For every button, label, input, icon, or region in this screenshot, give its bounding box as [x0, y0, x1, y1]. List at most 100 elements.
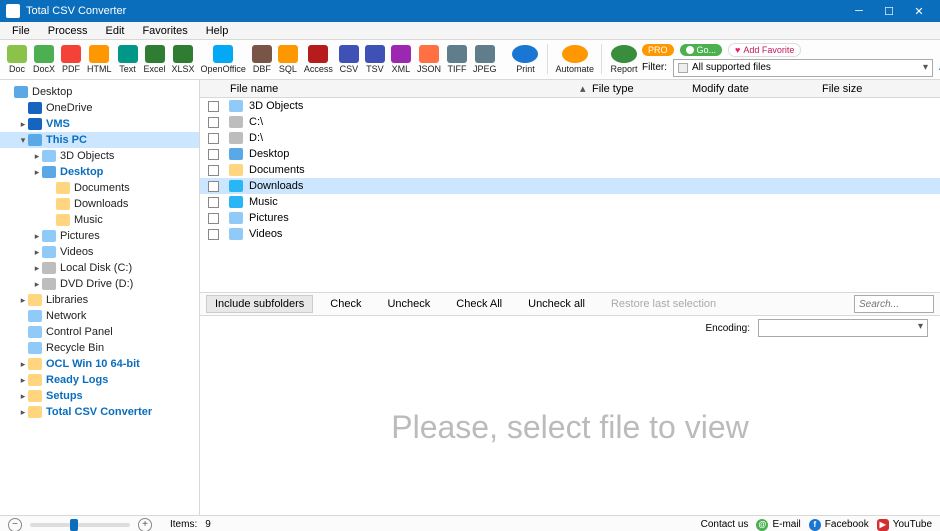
tree-node[interactable]: ▸OCL Win 10 64-bit: [0, 356, 199, 372]
check-button[interactable]: Check: [321, 295, 370, 313]
print-button[interactable]: Print: [507, 44, 543, 75]
go-button[interactable]: Go...: [680, 44, 723, 56]
items-label: Items:: [170, 519, 197, 530]
restore-selection-button[interactable]: Restore last selection: [602, 295, 725, 313]
convert-sql-button[interactable]: SQL: [275, 44, 301, 75]
tree-node[interactable]: OneDrive: [0, 100, 199, 116]
menu-edit[interactable]: Edit: [97, 24, 132, 38]
file-row[interactable]: Documents: [200, 162, 940, 178]
convert-pdf-button[interactable]: PDF: [58, 44, 84, 75]
convert-excel-button[interactable]: Excel: [141, 44, 169, 75]
col-date[interactable]: Modify date: [686, 83, 816, 95]
contact-label: Contact us: [701, 519, 749, 530]
menu-help[interactable]: Help: [198, 24, 237, 38]
convert-xml-button[interactable]: XML: [388, 44, 414, 75]
checkbox[interactable]: [208, 213, 219, 224]
add-favorite-button[interactable]: ♥Add Favorite: [728, 43, 801, 57]
file-list-header[interactable]: File name ▴ File type Modify date File s…: [200, 80, 940, 98]
main-panel: File name ▴ File type Modify date File s…: [200, 80, 940, 515]
tree-node[interactable]: ▸Libraries: [0, 292, 199, 308]
file-row[interactable]: 3D Objects: [200, 98, 940, 114]
tree-node[interactable]: Control Panel: [0, 324, 199, 340]
checkbox[interactable]: [208, 133, 219, 144]
tree-node[interactable]: Desktop: [0, 84, 199, 100]
checkbox[interactable]: [208, 165, 219, 176]
tree-node[interactable]: Documents: [0, 180, 199, 196]
convert-doc-button[interactable]: Doc: [4, 44, 30, 75]
convert-access-button[interactable]: Access: [301, 44, 336, 75]
close-button[interactable]: ✕: [904, 0, 934, 22]
automate-button[interactable]: Automate: [552, 44, 597, 75]
tree-node[interactable]: ▸Videos: [0, 244, 199, 260]
tree-node[interactable]: Network: [0, 308, 199, 324]
preview-panel: Please, select file to view: [200, 340, 940, 515]
tree-node[interactable]: ▸DVD Drive (D:): [0, 276, 199, 292]
convert-xlsx-button[interactable]: XLSX: [169, 44, 198, 75]
convert-dbf-button[interactable]: DBF: [249, 44, 275, 75]
tree-node[interactable]: Music: [0, 212, 199, 228]
filter-select[interactable]: All supported files ▾: [673, 59, 933, 77]
tree-node[interactable]: ▸Total CSV Converter: [0, 404, 199, 420]
tree-node[interactable]: ▸Desktop: [0, 164, 199, 180]
folder-tree[interactable]: DesktopOneDrive▸VMS▾This PC▸3D Objects▸D…: [0, 80, 200, 515]
app-icon: [6, 4, 20, 18]
tree-node[interactable]: ▸Pictures: [0, 228, 199, 244]
menu-file[interactable]: File: [4, 24, 38, 38]
facebook-link[interactable]: fFacebook: [809, 519, 869, 531]
menu-favorites[interactable]: Favorites: [134, 24, 195, 38]
check-all-button[interactable]: Check All: [447, 295, 511, 313]
file-row[interactable]: Music: [200, 194, 940, 210]
menu-process[interactable]: Process: [40, 24, 96, 38]
file-row[interactable]: Desktop: [200, 146, 940, 162]
report-button[interactable]: Report: [606, 44, 642, 75]
items-count: 9: [205, 519, 211, 530]
tree-node[interactable]: Recycle Bin: [0, 340, 199, 356]
convert-tiff-button[interactable]: TIFF: [444, 44, 470, 75]
encoding-select[interactable]: [758, 319, 928, 337]
checkbox[interactable]: [208, 181, 219, 192]
zoom-in-button[interactable]: +: [138, 518, 152, 531]
convert-html-button[interactable]: HTML: [84, 44, 115, 75]
youtube-link[interactable]: ▶YouTube: [877, 519, 932, 531]
col-size[interactable]: File size: [816, 83, 868, 95]
tree-node[interactable]: ▸Ready Logs: [0, 372, 199, 388]
convert-tsv-button[interactable]: TSV: [362, 44, 388, 75]
checkbox[interactable]: [208, 197, 219, 208]
tree-node[interactable]: ▸Setups: [0, 388, 199, 404]
search-input[interactable]: [854, 295, 934, 313]
tree-node[interactable]: ▸VMS: [0, 116, 199, 132]
file-row[interactable]: Pictures: [200, 210, 940, 226]
col-name[interactable]: File name: [224, 83, 574, 95]
tree-node[interactable]: Downloads: [0, 196, 199, 212]
convert-text-button[interactable]: Text: [115, 44, 141, 75]
zoom-out-button[interactable]: −: [8, 518, 22, 531]
checkbox[interactable]: [208, 117, 219, 128]
file-row[interactable]: C:\: [200, 114, 940, 130]
tree-node[interactable]: ▸3D Objects: [0, 148, 199, 164]
checkbox[interactable]: [208, 149, 219, 160]
convert-json-button[interactable]: JSON: [414, 44, 444, 75]
file-row[interactable]: D:\: [200, 130, 940, 146]
encoding-label: Encoding:: [706, 323, 750, 334]
include-subfolders-button[interactable]: Include subfolders: [206, 295, 313, 313]
convert-openoffice-button[interactable]: OpenOffice: [198, 44, 249, 75]
uncheck-all-button[interactable]: Uncheck all: [519, 295, 594, 313]
checkbox[interactable]: [208, 101, 219, 112]
col-type[interactable]: File type: [586, 83, 686, 95]
email-link[interactable]: @E-mail: [756, 519, 800, 531]
tree-node[interactable]: ▸Local Disk (C:): [0, 260, 199, 276]
uncheck-button[interactable]: Uncheck: [378, 295, 439, 313]
convert-csv-button[interactable]: CSV: [336, 44, 362, 75]
convert-docx-button[interactable]: DocX: [30, 44, 58, 75]
maximize-button[interactable]: ☐: [874, 0, 904, 22]
toolbar: DocDocXPDFHTMLTextExcelXLSXOpenOfficeDBF…: [0, 40, 940, 80]
convert-jpeg-button[interactable]: JPEG: [470, 44, 500, 75]
file-row[interactable]: Videos: [200, 226, 940, 242]
file-list[interactable]: 3D ObjectsC:\D:\DesktopDocumentsDownload…: [200, 98, 940, 292]
app-title: Total CSV Converter: [26, 5, 126, 17]
zoom-slider[interactable]: [30, 523, 130, 527]
file-row[interactable]: Downloads: [200, 178, 940, 194]
minimize-button[interactable]: ─: [844, 0, 874, 22]
checkbox[interactable]: [208, 229, 219, 240]
tree-node[interactable]: ▾This PC: [0, 132, 199, 148]
